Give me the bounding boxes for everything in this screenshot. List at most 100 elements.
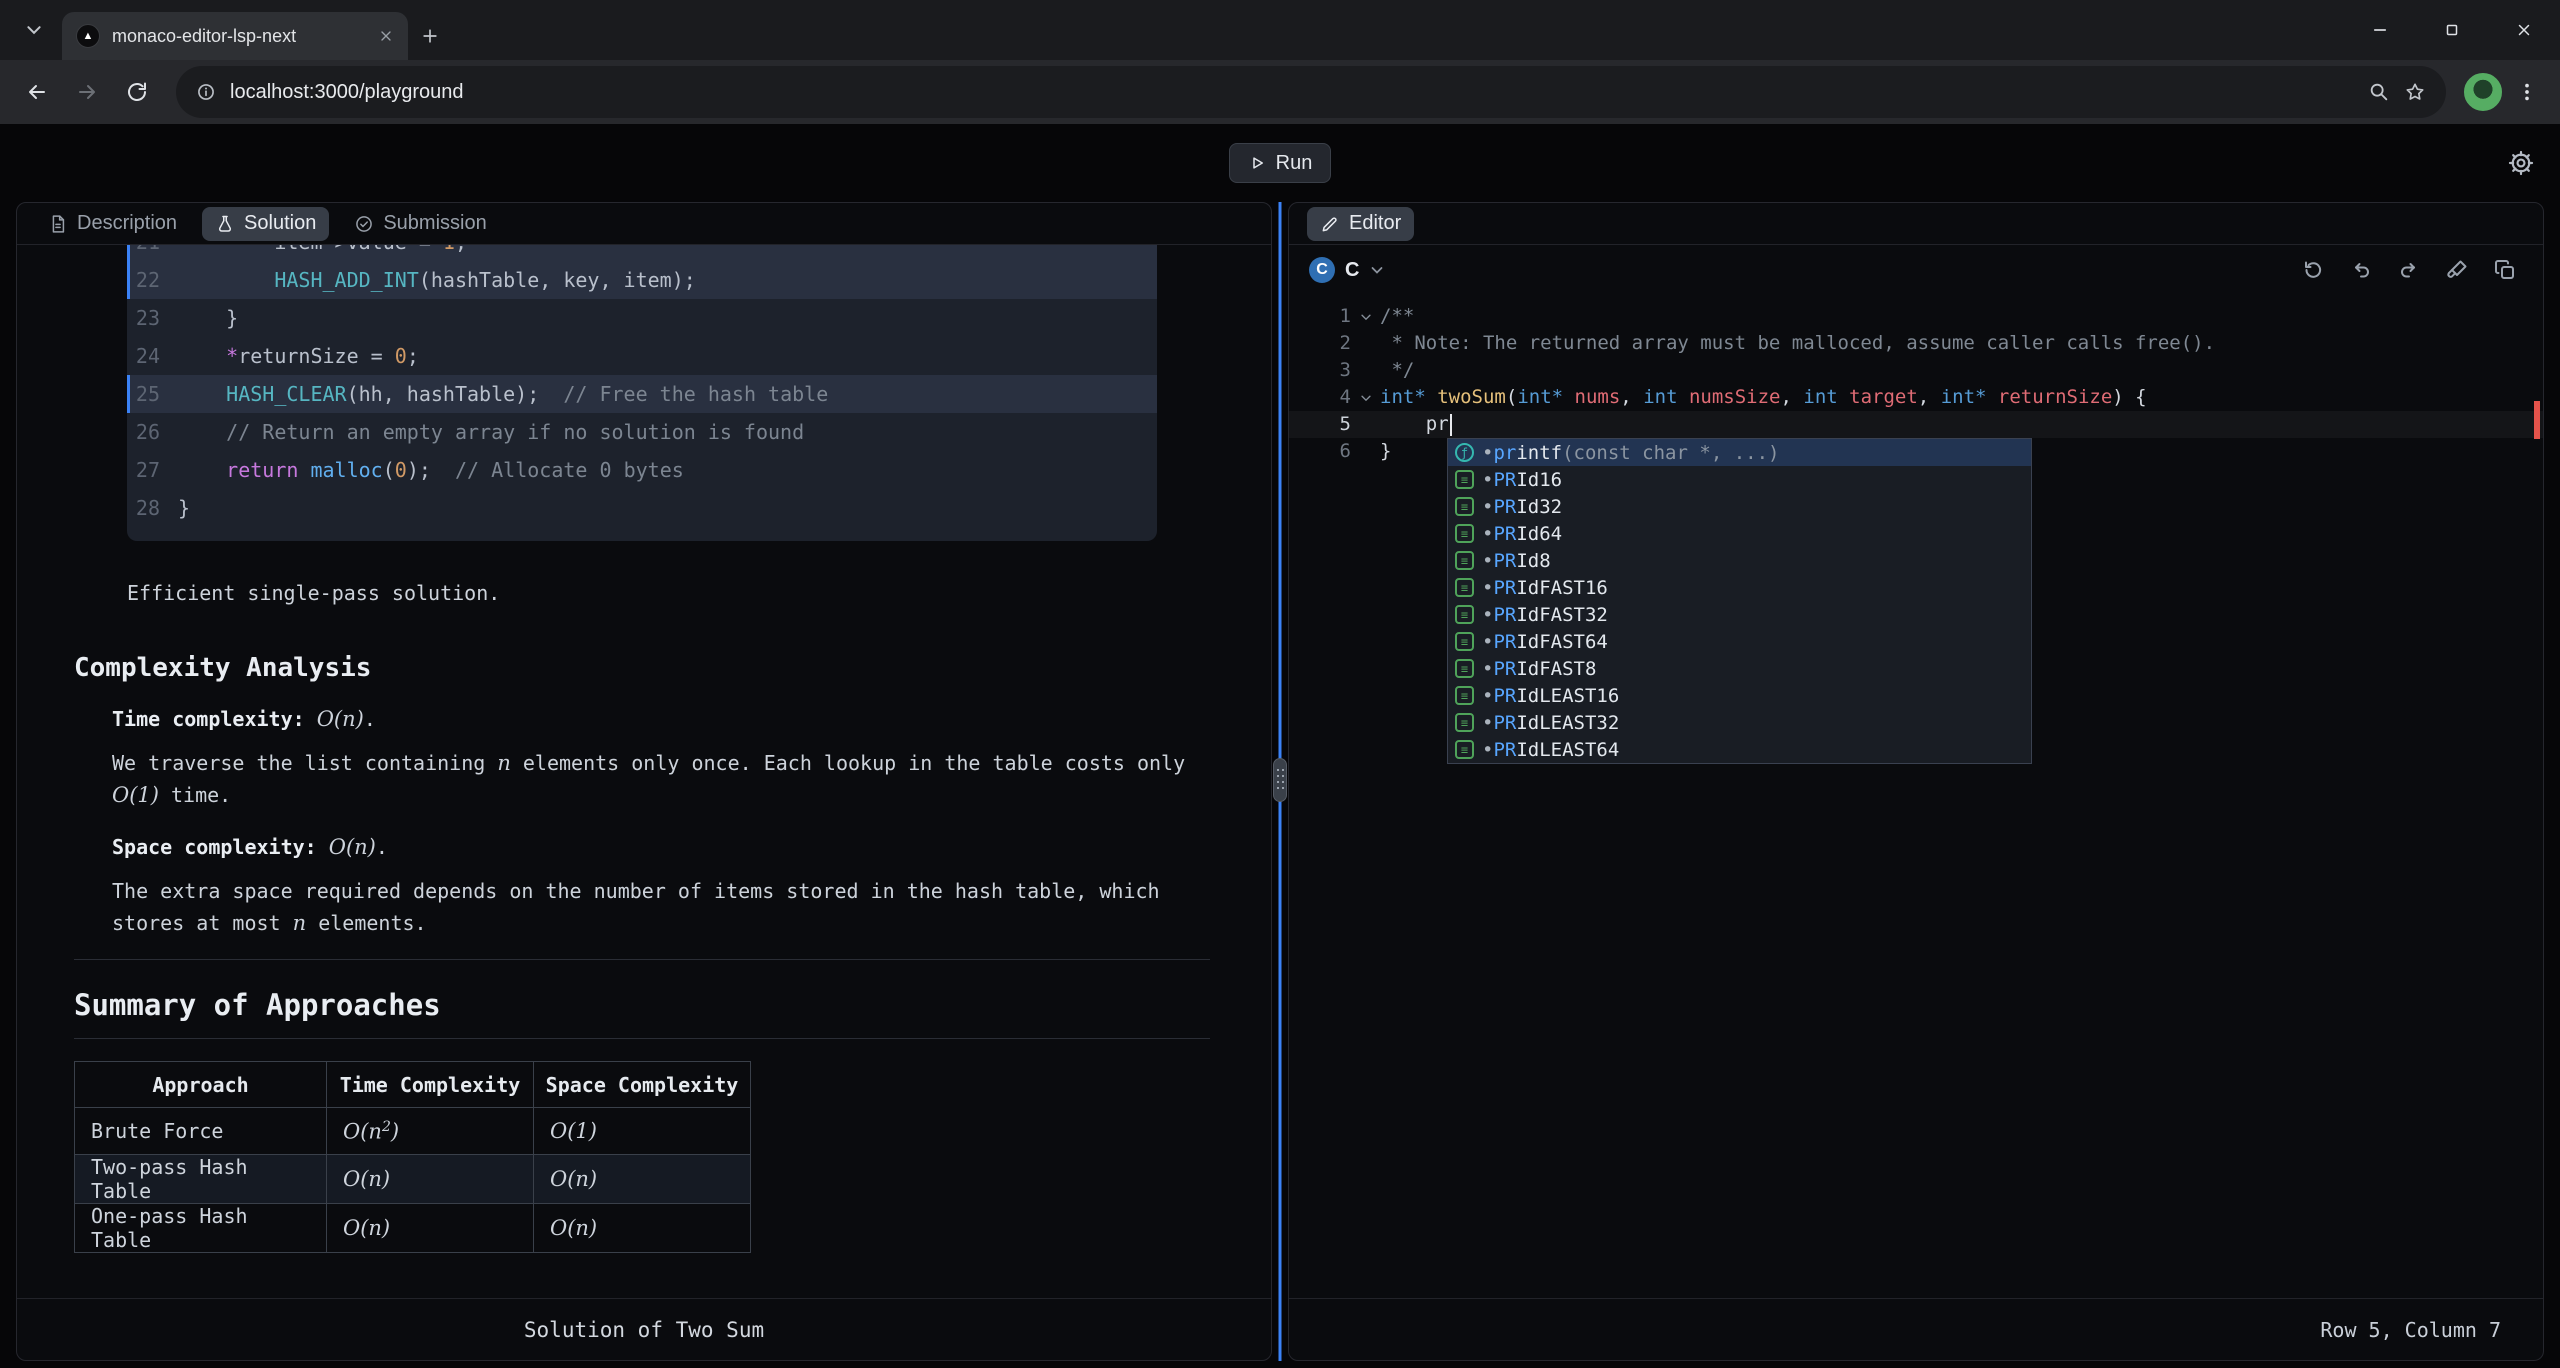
suggest-item[interactable]: ≡ •PRIdLEAST64 [1448,736,2031,763]
address-bar[interactable]: localhost:3000/playground [176,66,2446,118]
c-language-icon: C [1309,257,1335,283]
suggest-item[interactable]: ≡•PRIdFAST64 [1448,628,2031,655]
suggest-label: •PRIdFAST32 [1482,604,1608,626]
table-row: Two-pass Hash TableO(n)O(n) [75,1155,751,1204]
resizer-grip[interactable] [1273,758,1287,802]
suggest-label: •PRIdFAST8 [1482,658,1596,680]
language-selector[interactable]: C C [1309,257,1385,283]
minimize-button[interactable] [2344,0,2416,60]
cursor-position-status: Row 5, Column 7 [2320,1318,2501,1342]
tab-editor-label: Editor [1349,212,1401,235]
macro-icon: ≡ [1455,497,1474,516]
pencil-icon [1320,214,1340,234]
redo-icon[interactable] [2397,258,2421,282]
fold-spacer [1351,438,1380,465]
fold-spacer [1351,411,1380,438]
overview-ruler-error-marker [2534,401,2540,439]
suggest-item[interactable]: ≡•PRIdFAST16 [1448,574,2031,601]
macro-icon: ≡ [1455,659,1474,678]
forward-button[interactable] [66,71,108,113]
macro-icon: ≡ [1455,605,1474,624]
site-info-icon[interactable] [196,82,216,102]
url-text: localhost:3000/playground [230,81,464,104]
tab-close-icon[interactable] [378,28,394,44]
suggest-item[interactable]: ≡•PRId64 [1448,520,2031,547]
table-header: Space Complexity [534,1062,751,1108]
suggest-item[interactable]: ≡•PRId16 [1448,466,2031,493]
playground-app: Run Description Solution Submission [0,124,2560,1368]
suggest-item[interactable]: ≡•PRId8 [1448,547,2031,574]
fold-spacer [1351,357,1380,384]
suggest-label: •printf(const char *, ...) [1482,442,1779,464]
table-header: Approach [75,1062,327,1108]
summary-table: ApproachTime ComplexitySpace Complexity … [74,1061,751,1253]
summary-table-body: Brute ForceO(n2)O(1)Two-pass Hash TableO… [75,1108,751,1253]
tab-submission[interactable]: Submission [341,207,499,241]
tab-solution[interactable]: Solution [202,207,329,241]
table-cell: Brute Force [75,1108,327,1155]
format-code-icon[interactable] [2445,258,2469,282]
autocomplete-widget: ƒ•printf(const char *, ...)≡•PRId16≡•PRI… [1447,438,2032,764]
copy-code-icon[interactable] [2493,258,2517,282]
close-window-button[interactable] [2488,0,2560,60]
suggest-item[interactable]: ≡ •PRIdFAST32 [1448,601,2031,628]
run-button[interactable]: Run [1229,143,1332,183]
problem-panel-tabs: Description Solution Submission [17,203,1271,245]
editor-panel-header: Editor [1289,203,2543,245]
zoom-icon[interactable] [2368,81,2390,103]
reload-button[interactable] [116,71,158,113]
table-cell: One-pass Hash Table [75,1204,327,1253]
bookmark-star-icon[interactable] [2404,81,2426,103]
undo-icon[interactable] [2349,258,2373,282]
code-line-28: 28} [127,489,1157,527]
suggest-item[interactable]: ≡•PRIdLEAST32 [1448,709,2031,736]
tab-description-label: Description [77,212,177,235]
browser-menu-icon[interactable] [2516,81,2538,103]
monaco-editor[interactable]: 1/**2 * Note: The returned array must be… [1289,295,2543,1298]
code-line-25: 25 HASH_CLEAR(hh, hashTable); // Free th… [127,375,1157,413]
editor-line-1: 1/** [1289,303,2543,330]
panel-resizer[interactable] [1272,202,1288,1361]
macro-icon: ≡ [1455,632,1474,651]
time-complexity-paragraph: We traverse the list containing n elemen… [112,747,1231,811]
fold-chevron-icon[interactable] [1351,384,1380,411]
solution-content[interactable]: 21 item->value = 1;22 HASH_ADD_INT(hashT… [17,245,1271,1298]
new-tab-button[interactable] [420,26,440,46]
browser-tab[interactable]: ▲ monaco-editor-lsp-next [62,12,408,60]
macro-icon: ≡ [1455,686,1474,705]
suggest-item[interactable]: ≡•PRId32 [1448,493,2031,520]
editor-line-3: 3 */ [1289,357,2543,384]
editor-line-2: 2 * Note: The returned array must be mal… [1289,330,2543,357]
settings-gear-icon[interactable] [2508,150,2534,176]
profile-avatar[interactable] [2464,73,2502,111]
complexity-heading: Complexity Analysis [74,653,1231,683]
tab-description[interactable]: Description [35,207,190,241]
tab-title: monaco-editor-lsp-next [112,26,366,47]
macro-icon: ≡ [1455,470,1474,489]
browser-tab-strip: ▲ monaco-editor-lsp-next [0,0,2560,60]
document-icon [48,214,68,234]
tab-search-button[interactable] [14,10,54,50]
maximize-button[interactable] [2416,0,2488,60]
table-row: One-pass Hash TableO(n)O(n) [75,1204,751,1253]
reset-code-icon[interactable] [2301,258,2325,282]
space-complexity-line: Space complexity: O(n). [112,831,1231,863]
macro-icon: ≡ [1455,740,1474,759]
editor-toolbar: C C [1289,245,2543,295]
window-controls [2344,0,2560,60]
suggest-label: •PRIdLEAST32 [1482,712,1619,734]
macro-icon: ≡ [1455,551,1474,570]
tab-editor[interactable]: Editor [1307,207,1414,241]
code-line-22: 22 HASH_ADD_INT(hashTable, key, item); [127,261,1157,299]
suggest-item[interactable]: ≡ •PRIdFAST8 [1448,655,2031,682]
suggest-item[interactable]: ≡•PRIdLEAST16 [1448,682,2031,709]
suggest-item[interactable]: ƒ•printf(const char *, ...) [1448,439,2031,466]
play-icon [1248,154,1266,172]
footer-title: Solution of Two Sum [524,1318,764,1342]
back-button[interactable] [16,71,58,113]
language-label: C [1345,259,1359,282]
fold-chevron-icon[interactable] [1351,303,1380,330]
editor-actions [2301,258,2517,282]
suggest-label: •PRIdLEAST64 [1482,739,1619,761]
tab-solution-label: Solution [244,212,316,235]
